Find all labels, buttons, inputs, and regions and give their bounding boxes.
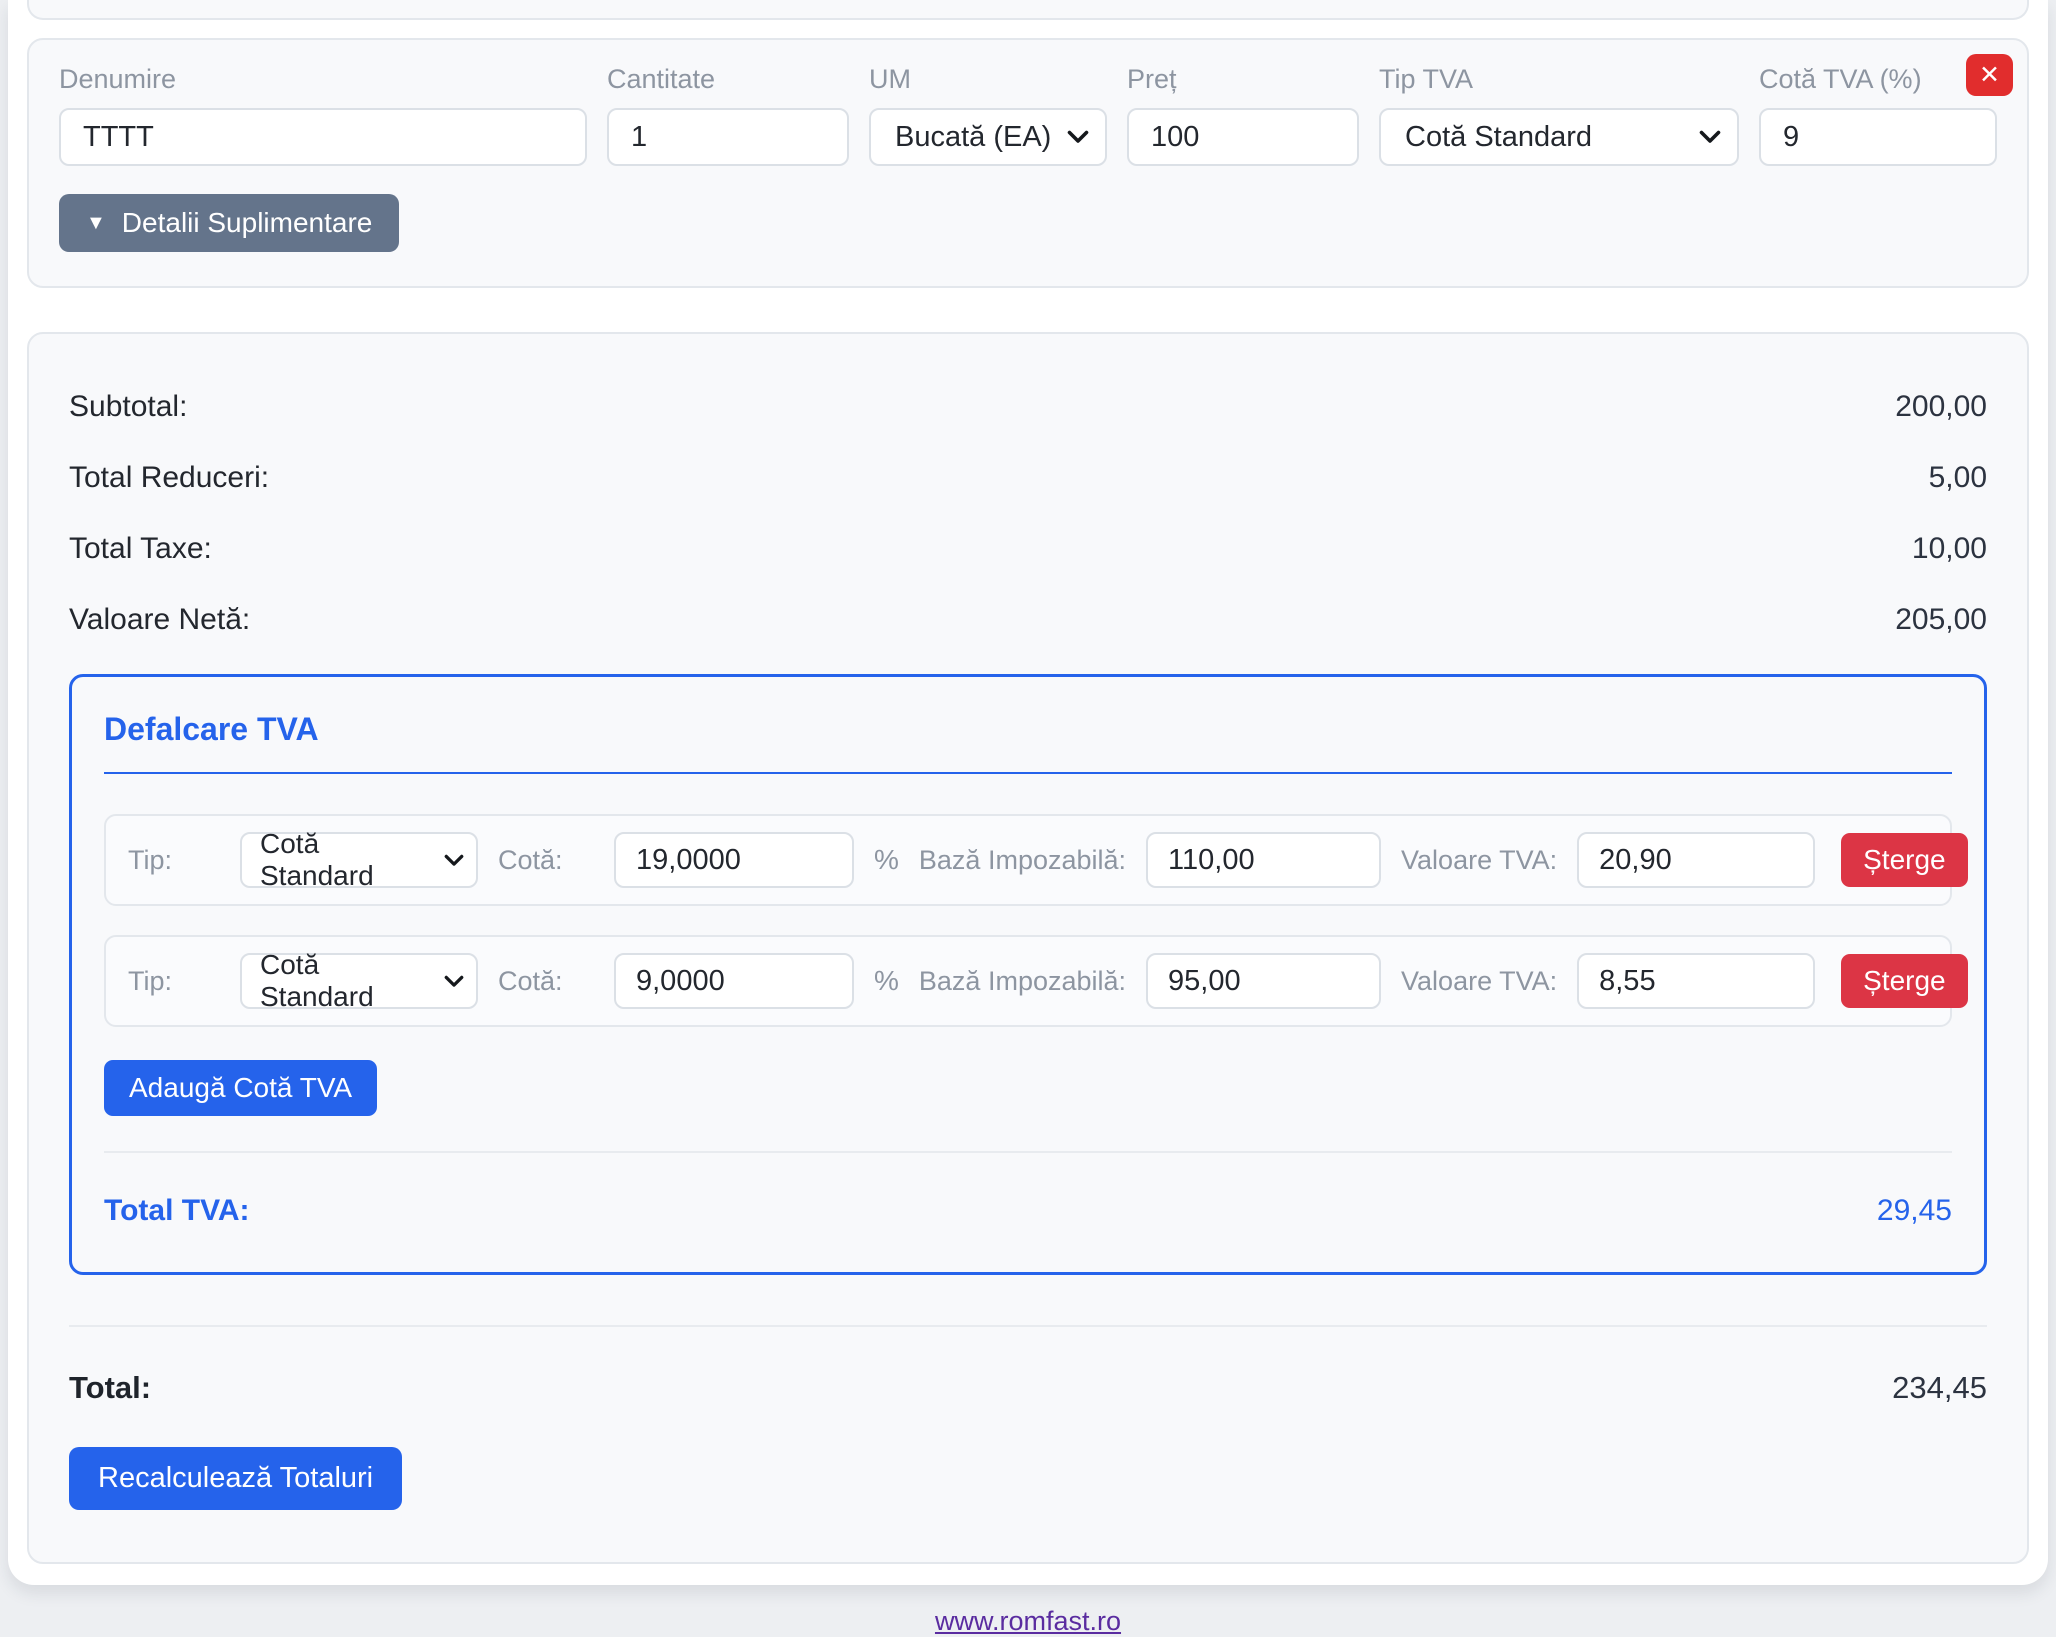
cota-tva-input[interactable] [1759, 108, 1997, 166]
um-select-value: Bucată (EA) [895, 121, 1051, 154]
grand-total-value: 234,45 [1892, 1370, 1987, 1406]
valoare-tva-input[interactable] [1577, 953, 1815, 1009]
pret-input[interactable] [1127, 108, 1359, 166]
cota-label: Cotă: [498, 966, 594, 997]
total-tva-value: 29,45 [1877, 1194, 1952, 1228]
sterge-button[interactable]: Șterge [1841, 954, 1968, 1008]
subtotal-value: 200,00 [1895, 390, 1987, 424]
total-taxe-row: Total Taxe: 10,00 [69, 532, 1987, 566]
content-panel: ✕ Denumire Cantitate UM Bucată (EA) Preț [8, 0, 2048, 1585]
detalii-suplimentare-label: Detalii Suplimentare [122, 207, 373, 239]
defalcare-tva-box: Defalcare TVA Tip: Cotă Standard Cotă: %… [69, 674, 1987, 1275]
um-label: UM [869, 64, 1107, 95]
chevron-down-icon [1699, 130, 1721, 144]
defalcare-tva-title: Defalcare TVA [104, 711, 1952, 774]
subtotal-row: Subtotal: 200,00 [69, 390, 1987, 424]
cota-tva-label: Cotă TVA (%) [1759, 64, 1997, 95]
cota-label: Cotă: [498, 845, 594, 876]
adauga-cota-tva-button[interactable]: Adaugă Cotă TVA [104, 1060, 377, 1116]
tip-label: Tip: [128, 845, 220, 876]
tip-label: Tip: [128, 966, 220, 997]
tip-tva-label: Tip TVA [1379, 64, 1739, 95]
total-taxe-label: Total Taxe: [69, 532, 212, 566]
baza-impozabila-input[interactable] [1146, 832, 1381, 888]
tva-cota-input[interactable] [614, 832, 854, 888]
baza-impozabila-label: Bază Impozabilă: [919, 845, 1126, 876]
tip-tva-select[interactable]: Cotă Standard [1379, 108, 1739, 166]
valoare-tva-label: Valoare TVA: [1401, 966, 1557, 997]
pret-label: Preț [1127, 64, 1359, 95]
totals-card: Subtotal: 200,00 Total Reduceri: 5,00 To… [27, 332, 2029, 1564]
detalii-suplimentare-button[interactable]: ▼ Detalii Suplimentare [59, 194, 399, 252]
field-pret: Preț [1127, 64, 1359, 166]
total-reduceri-row: Total Reduceri: 5,00 [69, 461, 1987, 495]
invoice-item-card: ✕ Denumire Cantitate UM Bucată (EA) Preț [27, 38, 2029, 288]
baza-impozabila-input[interactable] [1146, 953, 1381, 1009]
valoare-neta-row: Valoare Netă: 205,00 [69, 603, 1987, 637]
chevron-down-icon [444, 975, 464, 988]
total-tva-label: Total TVA: [104, 1194, 250, 1228]
field-denumire: Denumire [59, 64, 587, 166]
tva-tip-select-value: Cotă Standard [260, 828, 432, 892]
denumire-label: Denumire [59, 64, 587, 95]
field-cota-tva: Cotă TVA (%) [1759, 64, 1997, 166]
tva-row: Tip: Cotă Standard Cotă: % Bază Impozabi… [104, 814, 1952, 906]
caret-down-icon: ▼ [86, 213, 106, 233]
percent-sign: % [874, 844, 899, 876]
percent-sign: % [874, 965, 899, 997]
sterge-button[interactable]: Șterge [1841, 833, 1968, 887]
total-taxe-value: 10,00 [1912, 532, 1987, 566]
tva-tip-select[interactable]: Cotă Standard [240, 953, 478, 1009]
valoare-neta-value: 205,00 [1895, 603, 1987, 637]
footer-link[interactable]: www.romfast.ro [935, 1606, 1121, 1636]
page-footer: www.romfast.ro [27, 1606, 2029, 1637]
field-tip-tva: Tip TVA Cotă Standard [1379, 64, 1739, 166]
remove-item-button[interactable]: ✕ [1966, 54, 2013, 96]
total-divider [69, 1325, 1987, 1327]
valoare-tva-input[interactable] [1577, 832, 1815, 888]
field-cantitate: Cantitate [607, 64, 849, 166]
cantitate-label: Cantitate [607, 64, 849, 95]
tva-row: Tip: Cotă Standard Cotă: % Bază Impozabi… [104, 935, 1952, 1027]
previous-card-bottom-edge [27, 0, 2029, 20]
tva-tip-select-value: Cotă Standard [260, 949, 432, 1013]
item-fields-row: Denumire Cantitate UM Bucată (EA) Preț T… [59, 64, 1997, 166]
tip-tva-select-value: Cotă Standard [1405, 121, 1592, 154]
recalculeaza-totaluri-button[interactable]: Recalculează Totaluri [69, 1447, 402, 1510]
cantitate-input[interactable] [607, 108, 849, 166]
grand-total-label: Total: [69, 1370, 151, 1406]
denumire-input[interactable] [59, 108, 587, 166]
valoare-tva-label: Valoare TVA: [1401, 845, 1557, 876]
um-select[interactable]: Bucată (EA) [869, 108, 1107, 166]
total-reduceri-label: Total Reduceri: [69, 461, 269, 495]
field-um: UM Bucată (EA) [869, 64, 1107, 166]
tva-divider [104, 1151, 1952, 1153]
baza-impozabila-label: Bază Impozabilă: [919, 966, 1126, 997]
chevron-down-icon [1067, 130, 1089, 144]
tva-cota-input[interactable] [614, 953, 854, 1009]
grand-total-row: Total: 234,45 [69, 1370, 1987, 1406]
total-reduceri-value: 5,00 [1929, 461, 1987, 495]
total-tva-row: Total TVA: 29,45 [104, 1194, 1952, 1228]
chevron-down-icon [444, 854, 464, 867]
subtotal-label: Subtotal: [69, 390, 187, 424]
tva-tip-select[interactable]: Cotă Standard [240, 832, 478, 888]
valoare-neta-label: Valoare Netă: [69, 603, 250, 637]
close-icon: ✕ [1979, 63, 2000, 88]
